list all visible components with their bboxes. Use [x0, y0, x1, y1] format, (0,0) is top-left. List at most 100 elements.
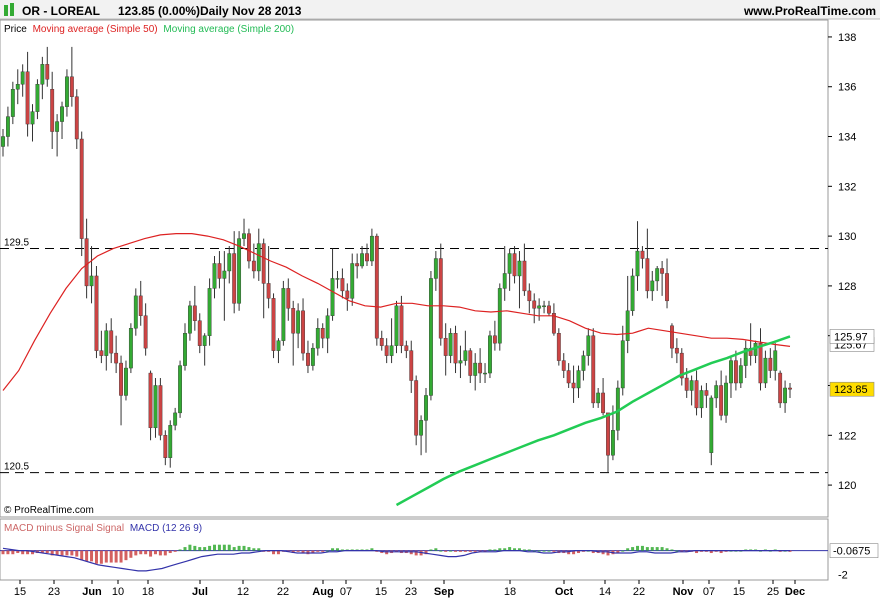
- candle-down: [301, 310, 305, 354]
- site-text: www.ProRealTime.com: [743, 4, 876, 18]
- candle-down: [355, 263, 360, 267]
- macd-histogram-bar: [134, 550, 138, 556]
- macd-histogram-bar: [217, 544, 221, 551]
- candle-down: [404, 345, 409, 351]
- macd-histogram-bar: [90, 550, 94, 562]
- x-tick-label: 18: [504, 586, 516, 598]
- macd-histogram-bar: [242, 545, 246, 551]
- candle-down: [119, 362, 123, 396]
- candle-down: [232, 253, 237, 304]
- macd-histogram-bar: [247, 547, 251, 551]
- macd-histogram-bar: [493, 549, 497, 551]
- macd-histogram-bar: [670, 549, 674, 551]
- candle-down: [719, 385, 724, 416]
- candle-up: [537, 305, 542, 309]
- candle-up: [542, 305, 546, 308]
- macd-histogram-bar: [227, 544, 231, 551]
- candle-up: [586, 335, 591, 356]
- candle-down: [266, 283, 271, 299]
- macd-histogram-bar: [65, 550, 69, 556]
- candle-up: [315, 328, 320, 349]
- candle-up: [281, 288, 286, 341]
- macd-layer: -2 -0.0675: [0, 543, 879, 581]
- macd-histogram-bar: [316, 550, 320, 552]
- price-chart: OR - LOREAL 123.85 (0.00%) Daily Nov 28 …: [0, 0, 880, 598]
- candle-down: [478, 362, 483, 374]
- candle-up: [488, 335, 492, 374]
- macd-histogram-bar: [99, 550, 103, 564]
- candle-up: [104, 330, 109, 356]
- candle-down: [286, 288, 291, 309]
- macd-histogram-bar: [109, 550, 113, 563]
- candle-down: [109, 330, 114, 354]
- price-panel: [0, 19, 829, 518]
- legend-ma50: Moving average (Simple 50): [33, 24, 158, 35]
- candle-down: [512, 253, 517, 277]
- macd-histogram-bar: [645, 547, 649, 551]
- candle-up: [497, 288, 502, 344]
- macd-histogram-bar: [331, 548, 335, 551]
- x-tick-label: Jun: [82, 586, 102, 598]
- candle-down: [674, 347, 679, 354]
- macd-histogram-bar: [252, 548, 256, 551]
- candle-up: [89, 275, 94, 287]
- macd-histogram-bar: [129, 550, 133, 558]
- candle-up: [714, 385, 719, 399]
- macd-histogram-bar: [473, 550, 477, 552]
- x-tick-label: 07: [340, 586, 352, 598]
- candle-down: [492, 335, 497, 344]
- macd-histogram-bar: [552, 550, 556, 552]
- instrument-title: OR - LOREAL: [22, 4, 100, 18]
- x-tick-label: 23: [48, 586, 60, 598]
- macd-histogram-bar: [296, 550, 300, 552]
- candle-up: [419, 420, 424, 436]
- candle-down: [25, 71, 30, 125]
- candle-up: [55, 121, 60, 132]
- candle-down: [340, 278, 345, 292]
- macd-histogram-bar: [626, 548, 630, 551]
- candle-up: [689, 380, 694, 391]
- candle-down: [547, 305, 551, 314]
- candle-down: [163, 435, 168, 458]
- candle-down: [684, 377, 689, 391]
- candle-up: [783, 387, 788, 404]
- candle-down: [532, 300, 537, 309]
- y-tick-label: 128: [838, 281, 856, 293]
- candle-up: [424, 395, 428, 421]
- last-price-text: 123.85 (0.00%): [118, 4, 200, 18]
- last-price-tag: 123.85: [834, 384, 868, 396]
- candle-down: [778, 372, 783, 404]
- candle-up: [763, 357, 768, 384]
- x-tick-label: Nov: [673, 586, 695, 598]
- candle-down: [522, 260, 527, 292]
- x-tick-label: Dec: [785, 586, 805, 598]
- macd-histogram-bar: [527, 549, 531, 551]
- y-tick-label: 120: [838, 480, 856, 492]
- macd-histogram-bar: [178, 549, 182, 551]
- macd-histogram-bar: [498, 548, 502, 551]
- candle-down: [291, 308, 296, 334]
- macd-histogram-bar: [222, 544, 226, 551]
- legend-price: Price: [4, 24, 27, 35]
- price-layer: 129.5 120.5: [0, 46, 828, 507]
- candle-up: [173, 412, 178, 426]
- macd-histogram-bar: [114, 550, 118, 563]
- macd-histogram-bar: [237, 545, 241, 551]
- macd-histogram-bar: [153, 550, 157, 555]
- x-tick-label: Jul: [192, 586, 208, 598]
- macd-histogram-bar: [655, 547, 659, 551]
- macd-histogram-bar: [168, 550, 172, 554]
- macd-histogram-bar: [232, 547, 236, 551]
- macd-histogram-bar: [463, 550, 467, 552]
- candle-up: [350, 263, 355, 299]
- candle-down: [69, 76, 74, 97]
- candle-down: [468, 350, 473, 376]
- x-tick-label: 25: [767, 586, 779, 598]
- x-tick-label: 12: [237, 586, 249, 598]
- macd-histogram-bar: [429, 549, 433, 551]
- macd-histogram-bar: [80, 550, 84, 561]
- x-tick-label: 07: [703, 586, 715, 598]
- candle-up: [625, 310, 630, 341]
- candle-up: [635, 250, 640, 277]
- x-tick-label: 14: [599, 586, 611, 598]
